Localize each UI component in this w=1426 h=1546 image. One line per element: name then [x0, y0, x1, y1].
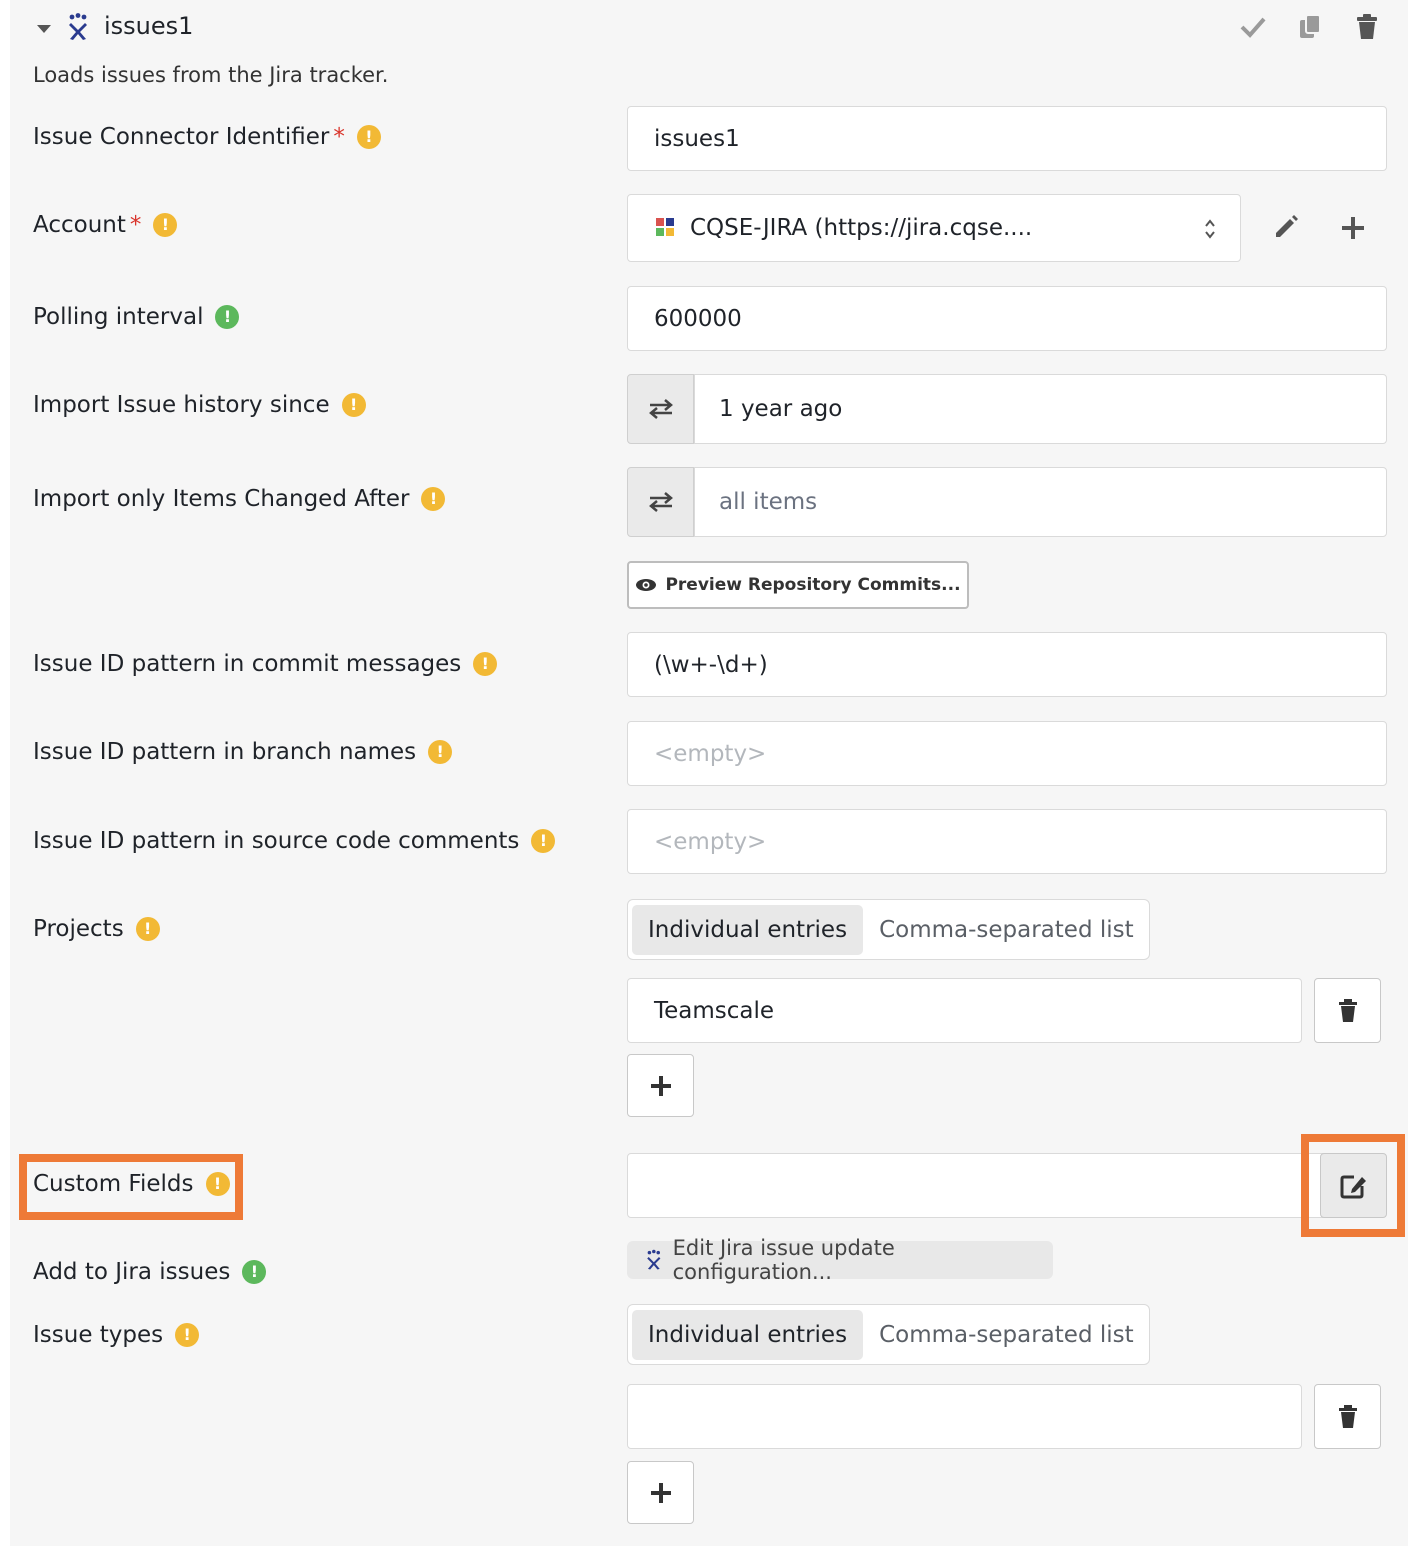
- edit-button-highlight: [1301, 1134, 1405, 1237]
- warning-hint-icon[interactable]: !: [341, 393, 366, 417]
- success-hint-icon[interactable]: !: [215, 305, 240, 329]
- commit-pattern-label: Issue ID pattern in commit messages!: [33, 651, 498, 677]
- projects-mode-toggle: Individual entries Comma-separated list: [627, 899, 1150, 960]
- changed-after-label: Import only Items Changed After!: [33, 486, 446, 512]
- history-mode-toggle[interactable]: [627, 374, 694, 444]
- edit-account-pencil-icon[interactable]: [1273, 214, 1299, 240]
- add-project-button[interactable]: [627, 1054, 694, 1117]
- warning-hint-icon[interactable]: !: [205, 1172, 230, 1196]
- polling-label: Polling interval!: [33, 304, 240, 330]
- account-value: CQSE-JIRA (https://jira.cqse....: [690, 215, 1033, 241]
- issue-types-label: Issue types!: [33, 1322, 200, 1348]
- trash-icon: [1338, 998, 1357, 1022]
- remove-issue-type-button[interactable]: [1314, 1384, 1381, 1449]
- preview-commits-button[interactable]: Preview Repository Commits...: [627, 561, 969, 609]
- warning-hint-icon[interactable]: !: [428, 740, 453, 764]
- plus-icon: [650, 1075, 671, 1096]
- connector-title: issues1: [104, 12, 194, 40]
- branch-pattern-label: Issue ID pattern in branch names!: [33, 739, 453, 765]
- account-select[interactable]: CQSE-JIRA (https://jira.cqse....: [627, 194, 1241, 262]
- changed-after-input[interactable]: all items: [694, 467, 1387, 537]
- account-type-icon: [656, 218, 674, 236]
- changed-after-mode-toggle[interactable]: [627, 467, 694, 537]
- check-icon[interactable]: [1240, 16, 1266, 38]
- issue-types-mode-toggle: Individual entries Comma-separated list: [627, 1304, 1150, 1365]
- identifier-input[interactable]: issues1: [627, 106, 1387, 171]
- connector-description: Loads issues from the Jira tracker.: [33, 63, 389, 87]
- swap-arrows-icon: [648, 399, 673, 419]
- custom-fields-input[interactable]: [627, 1153, 1327, 1218]
- remove-project-button[interactable]: [1314, 978, 1381, 1043]
- project-entry-input[interactable]: Teamscale: [627, 978, 1302, 1043]
- custom-fields-label: Custom Fields!: [33, 1171, 230, 1197]
- plus-icon: [650, 1482, 671, 1503]
- warning-hint-icon[interactable]: !: [473, 652, 498, 676]
- account-label: Account *!: [33, 212, 178, 238]
- history-label: Import Issue history since!: [33, 392, 366, 418]
- branch-pattern-input[interactable]: <empty>: [627, 721, 1387, 786]
- projects-label: Projects!: [33, 916, 160, 942]
- copy-icon[interactable]: [1298, 14, 1322, 40]
- commit-pattern-input[interactable]: (\w+-\d+): [627, 632, 1387, 697]
- warning-hint-icon[interactable]: !: [153, 213, 178, 237]
- swap-arrows-icon: [648, 492, 673, 512]
- projects-individual-entries-tab[interactable]: Individual entries: [632, 904, 864, 955]
- issue-types-individual-entries-tab[interactable]: Individual entries: [632, 1309, 864, 1360]
- success-hint-icon[interactable]: !: [242, 1260, 267, 1284]
- warning-hint-icon[interactable]: !: [356, 125, 381, 149]
- add-issue-type-button[interactable]: [627, 1461, 694, 1524]
- warning-hint-icon[interactable]: !: [531, 829, 556, 853]
- chevron-updown-icon: [1205, 219, 1215, 239]
- comment-pattern-label: Issue ID pattern in source code comments…: [33, 828, 556, 854]
- history-input[interactable]: 1 year ago: [694, 374, 1387, 444]
- jira-icon: [647, 1249, 661, 1270]
- projects-comma-list-tab[interactable]: Comma-separated list: [863, 905, 1150, 955]
- add-to-jira-label: Add to Jira issues!: [33, 1259, 267, 1285]
- issue-type-entry-input[interactable]: [627, 1384, 1302, 1449]
- warning-hint-icon[interactable]: !: [421, 487, 446, 511]
- comment-pattern-input[interactable]: <empty>: [627, 809, 1387, 874]
- add-account-plus-icon[interactable]: [1341, 216, 1365, 240]
- jira-icon: [69, 13, 87, 40]
- trash-icon: [1338, 1404, 1357, 1428]
- edit-jira-update-button[interactable]: Edit Jira issue update configuration...: [627, 1236, 1053, 1284]
- issue-types-comma-list-tab[interactable]: Comma-separated list: [863, 1310, 1150, 1360]
- trash-icon[interactable]: [1356, 14, 1378, 40]
- polling-input[interactable]: 600000: [627, 286, 1387, 351]
- warning-hint-icon[interactable]: !: [175, 1323, 200, 1347]
- warning-hint-icon[interactable]: !: [135, 917, 160, 941]
- identifier-label: Issue Connector Identifier *!: [33, 124, 381, 150]
- eye-icon: [636, 579, 657, 591]
- caret-down-icon[interactable]: [36, 23, 52, 35]
